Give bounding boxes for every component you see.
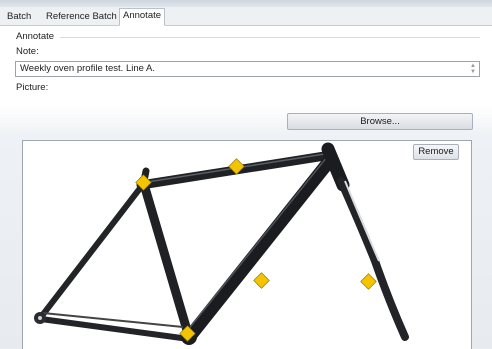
picture-label: Picture: [16, 82, 49, 93]
note-field[interactable]: Weekly oven profile test. Line A. ▲ ▼ [15, 61, 480, 77]
marker-down-tube-icon[interactable] [253, 272, 270, 289]
note-label: Note: [16, 46, 39, 57]
note-value: Weekly oven profile test. Line A. [20, 63, 156, 74]
bicycle-frame-image [34, 142, 409, 345]
marker-fork-icon[interactable] [360, 273, 377, 290]
note-scroll-icon[interactable]: ▲ ▼ [469, 63, 477, 75]
remove-button[interactable]: Remove [413, 144, 459, 160]
browse-button[interactable]: Browse... [287, 113, 473, 130]
window-title-strip [0, 0, 492, 7]
picture-preview: Remove [22, 140, 472, 349]
tab-annotate[interactable]: Annotate [119, 8, 166, 26]
tab-batch[interactable]: Batch [4, 10, 34, 25]
annotate-panel: Annotate Note: Weekly oven profile test.… [0, 26, 492, 349]
section-divider [60, 37, 480, 38]
annotate-section-label: Annotate [16, 31, 55, 42]
tab-strip: Batch Reference Batch Annotate [0, 7, 492, 26]
tab-reference-batch[interactable]: Reference Batch [43, 10, 120, 25]
